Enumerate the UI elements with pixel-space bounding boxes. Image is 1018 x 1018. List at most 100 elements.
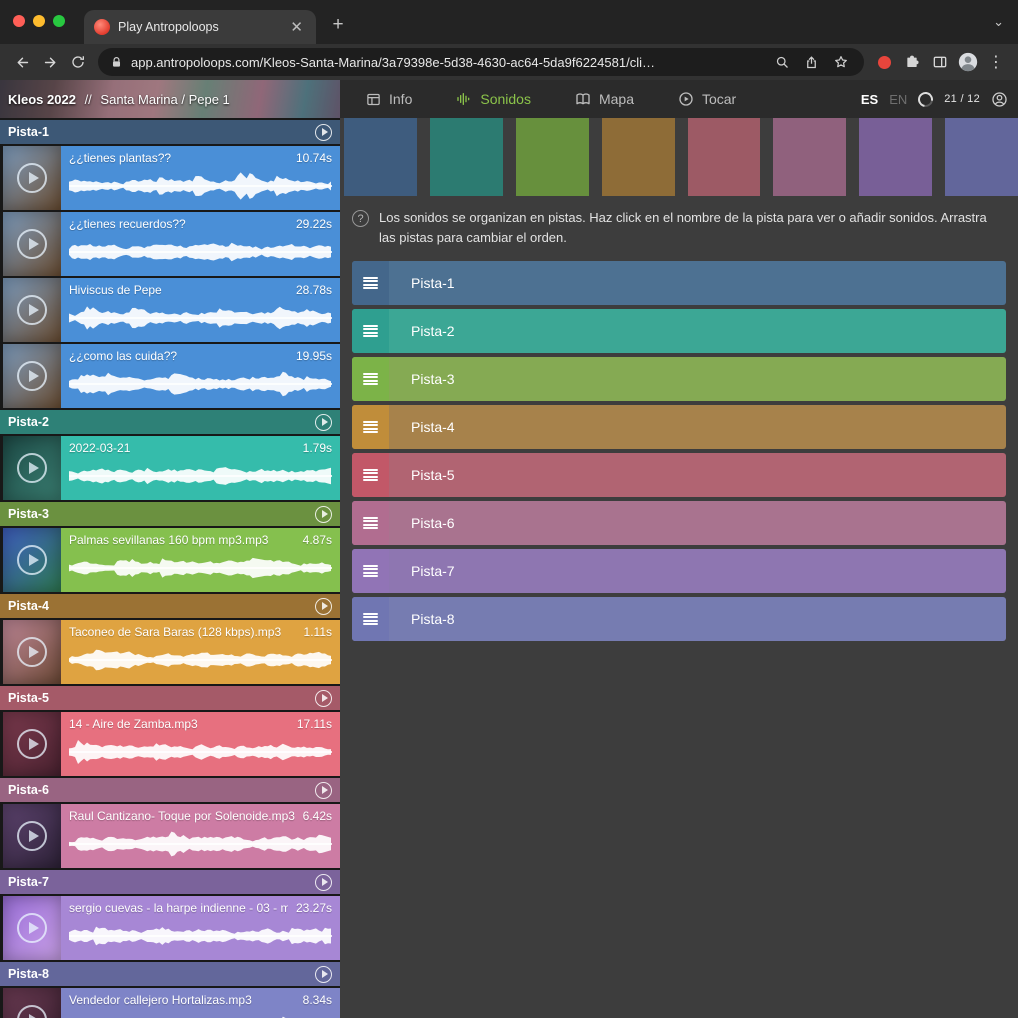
track-header[interactable]: Pista-5 <box>0 686 340 710</box>
track-header[interactable]: Pista-7 <box>0 870 340 894</box>
address-bar[interactable]: app.antropoloops.com/Kleos-Santa-Marina/… <box>98 48 864 76</box>
track-header[interactable]: Pista-1 <box>0 120 340 144</box>
nav-item[interactable]: Info <box>366 91 412 107</box>
track-row[interactable]: Pista-6 <box>352 501 1006 545</box>
breadcrumb[interactable]: Kleos 2022 // Santa Marina / Pepe 1 <box>0 80 340 118</box>
drag-handle[interactable] <box>352 261 389 305</box>
sound-play-icon[interactable] <box>17 295 47 325</box>
drag-handle[interactable] <box>352 309 389 353</box>
side-panel-icon[interactable] <box>926 48 954 76</box>
track-row[interactable]: Pista-5 <box>352 453 1006 497</box>
track-color-pad[interactable] <box>602 118 675 196</box>
reload-button[interactable] <box>64 48 92 76</box>
sound-thumbnail[interactable] <box>3 278 61 342</box>
zoom-icon[interactable] <box>772 55 793 70</box>
track-header[interactable]: Pista-6 <box>0 778 340 802</box>
sound-thumbnail[interactable] <box>3 896 61 960</box>
sound-play-icon[interactable] <box>17 821 47 851</box>
track-row[interactable]: Pista-2 <box>352 309 1006 353</box>
language-toggle[interactable]: EN <box>889 92 907 107</box>
sound-thumbnail[interactable] <box>3 712 61 776</box>
sound-item[interactable]: Raul Cantizano- Toque por Solenoide.mp3 … <box>0 804 340 868</box>
track-header[interactable]: Pista-8 <box>0 962 340 986</box>
track-play-button[interactable] <box>315 874 332 891</box>
forward-button[interactable] <box>36 48 64 76</box>
sound-play-icon[interactable] <box>17 913 47 943</box>
track-play-button[interactable] <box>315 414 332 431</box>
traffic-light[interactable] <box>53 15 65 27</box>
track-row[interactable]: Pista-7 <box>352 549 1006 593</box>
tracks-sidebar[interactable]: Pista-1 ¿¿tienes plantas?? 10.74s <box>0 118 340 1018</box>
sound-item[interactable]: ¿¿tienes recuerdos?? 29.22s <box>0 212 340 276</box>
account-icon[interactable] <box>991 91 1008 108</box>
track-row[interactable]: Pista-8 <box>352 597 1006 641</box>
nav-item[interactable]: Mapa <box>575 91 634 107</box>
extensions-puzzle-icon[interactable] <box>898 48 926 76</box>
sound-thumbnail[interactable] <box>3 436 61 500</box>
sound-item[interactable]: ¿¿tienes plantas?? 10.74s <box>0 146 340 210</box>
sound-item[interactable]: ¿¿como las cuida?? 19.95s <box>0 344 340 408</box>
track-play-button[interactable] <box>315 690 332 707</box>
sound-play-icon[interactable] <box>17 361 47 391</box>
browser-profile-avatar[interactable] <box>954 48 982 76</box>
nav-item[interactable]: Tocar <box>678 91 736 107</box>
padlock-icon[interactable] <box>110 56 123 69</box>
recording-extension-icon[interactable] <box>870 48 898 76</box>
track-color-pad[interactable] <box>430 118 503 196</box>
breadcrumb-project[interactable]: Kleos 2022 <box>8 92 76 107</box>
track-color-pad[interactable] <box>516 118 589 196</box>
sound-play-icon[interactable] <box>17 229 47 259</box>
sound-thumbnail[interactable] <box>3 212 61 276</box>
sound-thumbnail[interactable] <box>3 146 61 210</box>
track-play-button[interactable] <box>315 966 332 983</box>
sound-item[interactable]: Vendedor callejero Hortalizas.mp3 8.34s <box>0 988 340 1018</box>
sound-thumbnail[interactable] <box>3 988 61 1018</box>
sound-thumbnail[interactable] <box>3 620 61 684</box>
new-tab-button[interactable]: + <box>326 14 350 36</box>
drag-handle[interactable] <box>352 549 389 593</box>
track-color-pad[interactable] <box>773 118 846 196</box>
track-color-pad[interactable] <box>688 118 761 196</box>
sound-item[interactable]: 14 - Aire de Zamba.mp3 17.11s <box>0 712 340 776</box>
tab-search-chevron-icon[interactable]: ⌄ <box>993 14 1004 30</box>
sound-thumbnail[interactable] <box>3 344 61 408</box>
sound-play-icon[interactable] <box>17 453 47 483</box>
drag-handle[interactable] <box>352 357 389 401</box>
drag-handle[interactable] <box>352 597 389 641</box>
track-row[interactable]: Pista-1 <box>352 261 1006 305</box>
sound-item[interactable]: Taconeo de Sara Baras (128 kbps).mp3 1.1… <box>0 620 340 684</box>
language-toggle[interactable]: ES <box>861 92 878 107</box>
tab-close-icon[interactable]: ✕ <box>285 18 308 37</box>
track-play-button[interactable] <box>315 506 332 523</box>
url-text[interactable]: app.antropoloops.com/Kleos-Santa-Marina/… <box>131 55 764 70</box>
track-color-pad[interactable] <box>344 118 417 196</box>
nav-item[interactable]: Sonidos <box>456 91 531 107</box>
sound-play-icon[interactable] <box>17 545 47 575</box>
share-icon[interactable] <box>801 55 822 70</box>
track-color-pad[interactable] <box>859 118 932 196</box>
traffic-light[interactable] <box>33 15 45 27</box>
drag-handle[interactable] <box>352 405 389 449</box>
sound-play-icon[interactable] <box>17 729 47 759</box>
drag-handle[interactable] <box>352 453 389 497</box>
sound-item[interactable]: Hiviscus de Pepe 28.78s <box>0 278 340 342</box>
track-header[interactable]: Pista-4 <box>0 594 340 618</box>
track-row[interactable]: Pista-3 <box>352 357 1006 401</box>
track-play-button[interactable] <box>315 598 332 615</box>
track-play-button[interactable] <box>315 124 332 141</box>
breadcrumb-path[interactable]: Santa Marina / Pepe 1 <box>100 92 229 107</box>
track-color-pad[interactable] <box>945 118 1018 196</box>
sound-thumbnail[interactable] <box>3 804 61 868</box>
drag-handle[interactable] <box>352 501 389 545</box>
track-play-button[interactable] <box>315 782 332 799</box>
traffic-light[interactable] <box>13 15 25 27</box>
track-row[interactable]: Pista-4 <box>352 405 1006 449</box>
bookmark-star-icon[interactable] <box>830 54 852 70</box>
browser-menu-icon[interactable]: ⋮ <box>982 48 1010 76</box>
sound-play-icon[interactable] <box>17 163 47 193</box>
sound-thumbnail[interactable] <box>3 528 61 592</box>
back-button[interactable] <box>8 48 36 76</box>
track-header[interactable]: Pista-3 <box>0 502 340 526</box>
sound-item[interactable]: sergio cuevas - la harpe indienne - 03 -… <box>0 896 340 960</box>
sound-play-icon[interactable] <box>17 1005 47 1018</box>
